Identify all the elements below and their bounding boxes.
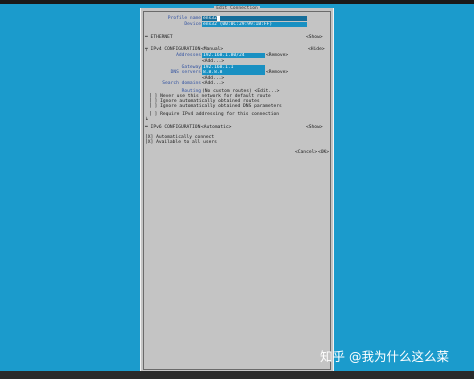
- dialog-title-text: Edit Connection: [214, 6, 260, 11]
- search-add-button[interactable]: <Add...>: [202, 81, 224, 86]
- dns-remove-button[interactable]: <Remove>: [266, 70, 288, 75]
- text-cursor: [216, 16, 220, 21]
- dns-field[interactable]: 8.8.8.8: [202, 70, 265, 76]
- ethernet-section[interactable]: ═ ETHERNET: [145, 35, 173, 40]
- ipv4-section-end: ╘: [145, 118, 148, 123]
- address-field[interactable]: 192.168.1.80/24: [202, 53, 265, 59]
- require-ipv4-checkbox[interactable]: [ ] Require IPv4 addressing for this con…: [149, 112, 279, 117]
- ipv4-mode-select[interactable]: <Manual>: [201, 47, 223, 52]
- watermark: 知乎 @我为什么这么菜: [320, 349, 449, 364]
- dns-servers-label: DNS servers: [170, 70, 201, 75]
- search-domains-label: Search domains: [162, 81, 201, 86]
- ipv6-show-button[interactable]: <Show>: [306, 125, 323, 130]
- profile-name-field[interactable]: ens32: [202, 16, 307, 22]
- ipv4-section: ╤ IPv4 CONFIGURATION: [145, 47, 201, 52]
- ipv6-label: IPv6 CONFIGURATION: [150, 125, 201, 130]
- ethernet-label: ETHERNET: [150, 35, 173, 40]
- bottom-bar: [0, 371, 474, 379]
- ipv6-mode-select[interactable]: <Automatic>: [201, 125, 231, 130]
- all-users-checkbox[interactable]: [X] Available to all users: [145, 140, 217, 145]
- ipv4-label: IPv4 CONFIGURATION: [150, 47, 201, 52]
- addresses-label: Addresses: [176, 53, 201, 58]
- terminal-background: Edit Connection Profile name ens32 Devic…: [0, 4, 474, 373]
- ok-button[interactable]: <OK>: [318, 150, 329, 155]
- profile-name-value: ens32: [203, 16, 217, 21]
- profile-name-label: Profile name: [167, 16, 201, 21]
- address-remove-button[interactable]: <Remove>: [266, 53, 288, 58]
- device-label: Device: [184, 22, 201, 27]
- device-field[interactable]: ens32 (00:0C:29:99:1B:FF): [202, 22, 307, 28]
- ethernet-show-button[interactable]: <Show>: [306, 35, 323, 40]
- dialog-title: Edit Connection: [141, 6, 333, 12]
- address-add-button[interactable]: <Add...>: [202, 59, 224, 64]
- ipv6-section: ═ IPv6 CONFIGURATION: [145, 125, 201, 130]
- cancel-button[interactable]: <Cancel>: [295, 150, 317, 155]
- ignore-dns-checkbox[interactable]: [ ] Ignore automatically obtained DNS pa…: [149, 104, 282, 109]
- edit-connection-dialog: Edit Connection Profile name ens32 Devic…: [140, 6, 334, 373]
- ipv4-hide-button[interactable]: <Hide>: [308, 47, 325, 52]
